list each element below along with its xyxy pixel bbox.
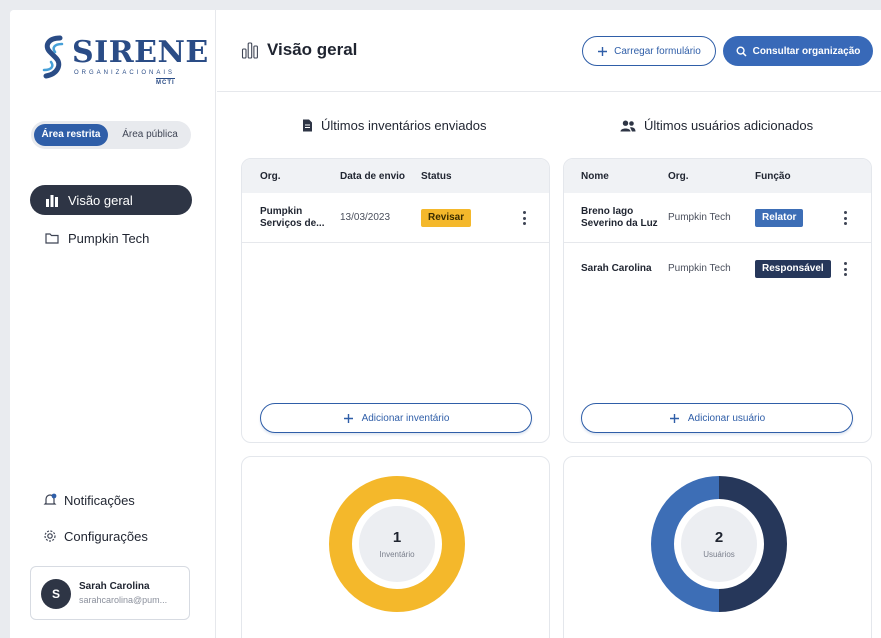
logo-tag: MCTI xyxy=(156,78,175,86)
add-inventory-label: Adicionar inventário xyxy=(361,412,450,424)
sidebar-item-visao-geral[interactable]: Visão geral xyxy=(30,185,192,215)
upload-form-label: Carregar formulário xyxy=(614,45,701,57)
sidebar-item-pumpkin-tech[interactable]: Pumpkin Tech xyxy=(30,223,192,253)
document-icon xyxy=(302,119,313,132)
column-header: Nome xyxy=(581,171,609,182)
table-row[interactable]: Breno Iago Severino da Luz Pumpkin Tech … xyxy=(564,193,871,243)
app-window: SIRENE ORGANIZACIONAIS MCTI Área restrit… xyxy=(10,10,881,638)
status-badge: Revisar xyxy=(421,209,472,227)
sidebar-item-label: Visão geral xyxy=(68,192,133,208)
inventories-count: 1 xyxy=(392,529,402,546)
inventories-card: Org. Data de envio Status Pumpkin Serviç… xyxy=(241,158,550,443)
user-row-org: Pumpkin Tech xyxy=(668,263,731,274)
sidebar: SIRENE ORGANIZACIONAIS MCTI Área restrit… xyxy=(10,10,216,638)
plus-icon xyxy=(343,413,354,424)
users-card: Nome Org. Função Breno Iago Severino da … xyxy=(563,158,872,443)
upload-form-button[interactable]: Carregar formulário xyxy=(582,36,716,66)
more-options-icon[interactable] xyxy=(844,262,848,276)
bar-chart-outline-icon xyxy=(241,41,259,59)
sidebar-item-label: Pumpkin Tech xyxy=(68,230,150,246)
users-table-header: Nome Org. Função xyxy=(564,159,871,193)
sirene-logo-icon xyxy=(42,35,64,79)
bell-icon xyxy=(42,492,58,508)
add-inventory-button[interactable]: Adicionar inventário xyxy=(260,403,532,433)
table-row[interactable]: Sarah Carolina Pumpkin Tech Responsável xyxy=(564,244,871,294)
app-logo[interactable]: SIRENE ORGANIZACIONAIS MCTI xyxy=(40,32,208,88)
users-icon xyxy=(620,120,636,132)
settings-link[interactable]: Configurações xyxy=(42,528,148,544)
area-publica-button[interactable]: Área pública xyxy=(113,124,187,146)
column-header: Org. xyxy=(260,171,281,182)
users-title-text: Últimos usuários adicionados xyxy=(644,118,814,133)
user-row-name: Breno Iago Severino da Luz xyxy=(581,206,658,229)
plus-icon xyxy=(669,413,680,424)
user-row-name: Sarah Carolina xyxy=(581,263,652,274)
role-badge: Responsável xyxy=(755,260,831,278)
inventory-org: Pumpkin Serviços de... xyxy=(260,206,325,229)
user-card[interactable]: S Sarah Carolina sarahcarolina@pum... xyxy=(30,566,190,620)
search-organization-label: Consultar organização xyxy=(752,45,861,57)
table-row[interactable]: Pumpkin Serviços de... 13/03/2023 Revisa… xyxy=(242,193,549,243)
column-header: Data de envio xyxy=(340,171,406,182)
column-header: Função xyxy=(755,171,791,182)
page-title-text: Visão geral xyxy=(267,40,358,59)
folder-icon xyxy=(44,230,60,246)
notifications-label: Notificações xyxy=(64,492,135,508)
search-icon xyxy=(736,45,747,57)
inventories-table-header: Org. Data de envio Status xyxy=(242,159,549,193)
role-badge: Relator xyxy=(755,209,804,227)
user-email: sarahcarolina@pum... xyxy=(79,595,168,605)
inventories-stat-card: 1 Inventário xyxy=(241,456,550,638)
settings-label: Configurações xyxy=(64,528,148,544)
more-options-icon[interactable] xyxy=(523,211,527,225)
more-options-icon[interactable] xyxy=(844,211,848,225)
inventories-count-label: Inventário xyxy=(379,550,415,559)
add-user-label: Adicionar usuário xyxy=(687,412,766,424)
gear-icon xyxy=(42,528,58,544)
area-restrita-button[interactable]: Área restrita xyxy=(34,124,108,146)
user-row-org: Pumpkin Tech xyxy=(668,212,731,223)
inventories-section-title: Últimos inventários enviados xyxy=(302,118,486,133)
avatar: S xyxy=(41,579,71,609)
column-header: Org. xyxy=(668,171,689,182)
area-toggle: Área restrita Área pública xyxy=(31,121,191,149)
bar-chart-icon xyxy=(44,192,60,208)
search-organization-button[interactable]: Consultar organização xyxy=(723,36,873,66)
users-section-title: Últimos usuários adicionados xyxy=(620,118,813,133)
plus-icon xyxy=(597,46,608,57)
notifications-link[interactable]: Notificações xyxy=(42,492,135,508)
inventory-date: 13/03/2023 xyxy=(340,212,391,223)
logo-title: SIRENE xyxy=(72,35,209,70)
inventories-title-text: Últimos inventários enviados xyxy=(321,118,487,133)
column-header: Status xyxy=(421,171,452,182)
users-count: 2 xyxy=(714,529,724,546)
add-user-button[interactable]: Adicionar usuário xyxy=(581,403,853,433)
user-name: Sarah Carolina xyxy=(79,581,150,592)
page-title: Visão geral xyxy=(241,40,357,60)
logo-subtitle: ORGANIZACIONAIS xyxy=(74,70,176,76)
top-header: Visão geral Carregar formulário Consulta… xyxy=(217,10,881,92)
users-stat-card: 2 Usuários xyxy=(563,456,872,638)
users-count-label: Usuários xyxy=(703,550,735,559)
